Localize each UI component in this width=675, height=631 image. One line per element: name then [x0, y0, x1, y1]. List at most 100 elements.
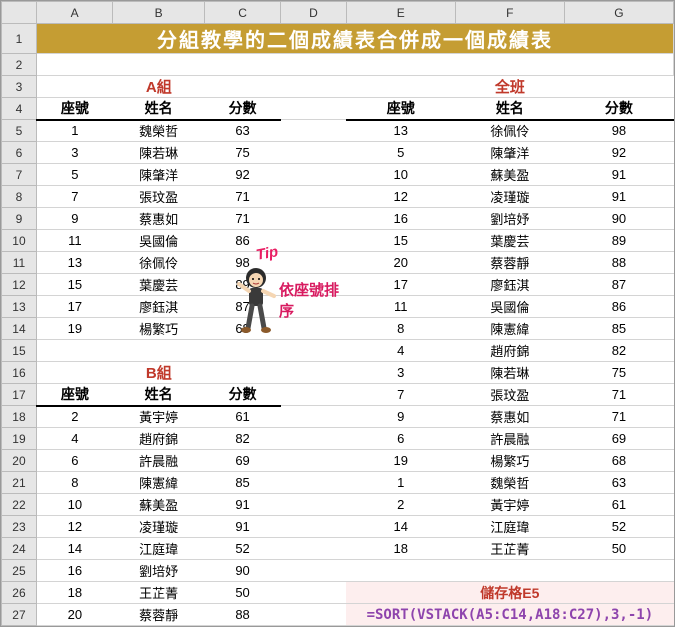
cell-F25[interactable]	[455, 560, 564, 582]
all-score-7[interactable]: 91	[564, 164, 673, 186]
a-seat-14[interactable]: 19	[36, 318, 112, 340]
cell-D3[interactable]	[281, 76, 346, 98]
cell-D13[interactable]	[281, 296, 346, 318]
cell-D18[interactable]	[281, 406, 346, 428]
a-name-12[interactable]: 葉慶芸	[113, 274, 205, 296]
all-score-22[interactable]: 61	[564, 494, 673, 516]
b-name-24[interactable]: 江庭瑋	[113, 538, 205, 560]
row-header-16[interactable]: 16	[2, 362, 37, 384]
row-header-11[interactable]: 11	[2, 252, 37, 274]
row-header-10[interactable]: 10	[2, 230, 37, 252]
col-header-B[interactable]: B	[113, 2, 205, 24]
row-header-9[interactable]: 9	[2, 208, 37, 230]
cell-D6[interactable]	[281, 142, 346, 164]
a-seat-7[interactable]: 5	[36, 164, 112, 186]
row-header-19[interactable]: 19	[2, 428, 37, 450]
all-seat-12[interactable]: 17	[346, 274, 455, 296]
all-name-21[interactable]: 魏榮哲	[455, 472, 564, 494]
b-score-22[interactable]: 91	[204, 494, 280, 516]
b-score-26[interactable]: 50	[204, 582, 280, 604]
all-seat-18[interactable]: 9	[346, 406, 455, 428]
all-seat-9[interactable]: 16	[346, 208, 455, 230]
b-seat-21[interactable]: 8	[36, 472, 112, 494]
b-score-19[interactable]: 82	[204, 428, 280, 450]
all-seat-5[interactable]: 13	[346, 120, 455, 142]
b-seat-26[interactable]: 18	[36, 582, 112, 604]
cell-D14[interactable]	[281, 318, 346, 340]
col-header-A[interactable]: A	[36, 2, 112, 24]
row-header-6[interactable]: 6	[2, 142, 37, 164]
all-seat-10[interactable]: 15	[346, 230, 455, 252]
all-name-17[interactable]: 張玟盈	[455, 384, 564, 406]
all-name-12[interactable]: 廖鈺淇	[455, 274, 564, 296]
b-seat-23[interactable]: 12	[36, 516, 112, 538]
a-seat-11[interactable]: 13	[36, 252, 112, 274]
b-score-27[interactable]: 88	[204, 604, 280, 626]
row-header-2[interactable]: 2	[2, 54, 37, 76]
all-name-15[interactable]: 趙府錦	[455, 340, 564, 362]
cell-C15[interactable]	[204, 340, 280, 362]
all-seat-20[interactable]: 19	[346, 450, 455, 472]
cell-D23[interactable]	[281, 516, 346, 538]
b-seat-20[interactable]: 6	[36, 450, 112, 472]
a-name-13[interactable]: 廖鈺淇	[113, 296, 205, 318]
cell-D21[interactable]	[281, 472, 346, 494]
cell-D7[interactable]	[281, 164, 346, 186]
a-name-7[interactable]: 陳肇洋	[113, 164, 205, 186]
b-name-23[interactable]: 凌瑾璇	[113, 516, 205, 538]
a-score-6[interactable]: 75	[204, 142, 280, 164]
a-name-14[interactable]: 楊繁巧	[113, 318, 205, 340]
all-score-12[interactable]: 87	[564, 274, 673, 296]
all-score-5[interactable]: 98	[564, 120, 673, 142]
all-seat-6[interactable]: 5	[346, 142, 455, 164]
a-score-8[interactable]: 71	[204, 186, 280, 208]
all-name-7[interactable]: 蘇美盈	[455, 164, 564, 186]
a-score-10[interactable]: 86	[204, 230, 280, 252]
b-name-27[interactable]: 蔡蓉靜	[113, 604, 205, 626]
a-score-12[interactable]: 89	[204, 274, 280, 296]
a-name-10[interactable]: 吳國倫	[113, 230, 205, 252]
row-header-24[interactable]: 24	[2, 538, 37, 560]
cell-D9[interactable]	[281, 208, 346, 230]
b-seat-22[interactable]: 10	[36, 494, 112, 516]
cell-D26[interactable]	[281, 582, 346, 604]
cell-D8[interactable]	[281, 186, 346, 208]
row-header-7[interactable]: 7	[2, 164, 37, 186]
b-score-24[interactable]: 52	[204, 538, 280, 560]
row-header-13[interactable]: 13	[2, 296, 37, 318]
a-seat-8[interactable]: 7	[36, 186, 112, 208]
a-name-5[interactable]: 魏榮哲	[113, 120, 205, 142]
all-score-16[interactable]: 75	[564, 362, 673, 384]
all-name-14[interactable]: 陳憲緯	[455, 318, 564, 340]
b-name-25[interactable]: 劉培妤	[113, 560, 205, 582]
all-score-11[interactable]: 88	[564, 252, 673, 274]
cell-G25[interactable]	[564, 560, 673, 582]
all-name-10[interactable]: 葉慶芸	[455, 230, 564, 252]
all-score-9[interactable]: 90	[564, 208, 673, 230]
all-seat-7[interactable]: 10	[346, 164, 455, 186]
cell-D15[interactable]	[281, 340, 346, 362]
all-name-9[interactable]: 劉培妤	[455, 208, 564, 230]
all-name-5[interactable]: 徐佩伶	[455, 120, 564, 142]
all-name-22[interactable]: 黃宇婷	[455, 494, 564, 516]
a-seat-12[interactable]: 15	[36, 274, 112, 296]
b-score-20[interactable]: 69	[204, 450, 280, 472]
all-seat-11[interactable]: 20	[346, 252, 455, 274]
row-header-22[interactable]: 22	[2, 494, 37, 516]
all-seat-15[interactable]: 4	[346, 340, 455, 362]
all-score-10[interactable]: 89	[564, 230, 673, 252]
row-header-12[interactable]: 12	[2, 274, 37, 296]
b-name-19[interactable]: 趙府錦	[113, 428, 205, 450]
row-header-27[interactable]: 27	[2, 604, 37, 626]
all-name-13[interactable]: 吳國倫	[455, 296, 564, 318]
corner-cell[interactable]	[2, 2, 37, 24]
a-score-7[interactable]: 92	[204, 164, 280, 186]
all-score-15[interactable]: 82	[564, 340, 673, 362]
cell-D25[interactable]	[281, 560, 346, 582]
b-seat-27[interactable]: 20	[36, 604, 112, 626]
all-score-21[interactable]: 63	[564, 472, 673, 494]
all-score-14[interactable]: 85	[564, 318, 673, 340]
cell-D22[interactable]	[281, 494, 346, 516]
all-name-20[interactable]: 楊繁巧	[455, 450, 564, 472]
b-score-18[interactable]: 61	[204, 406, 280, 428]
